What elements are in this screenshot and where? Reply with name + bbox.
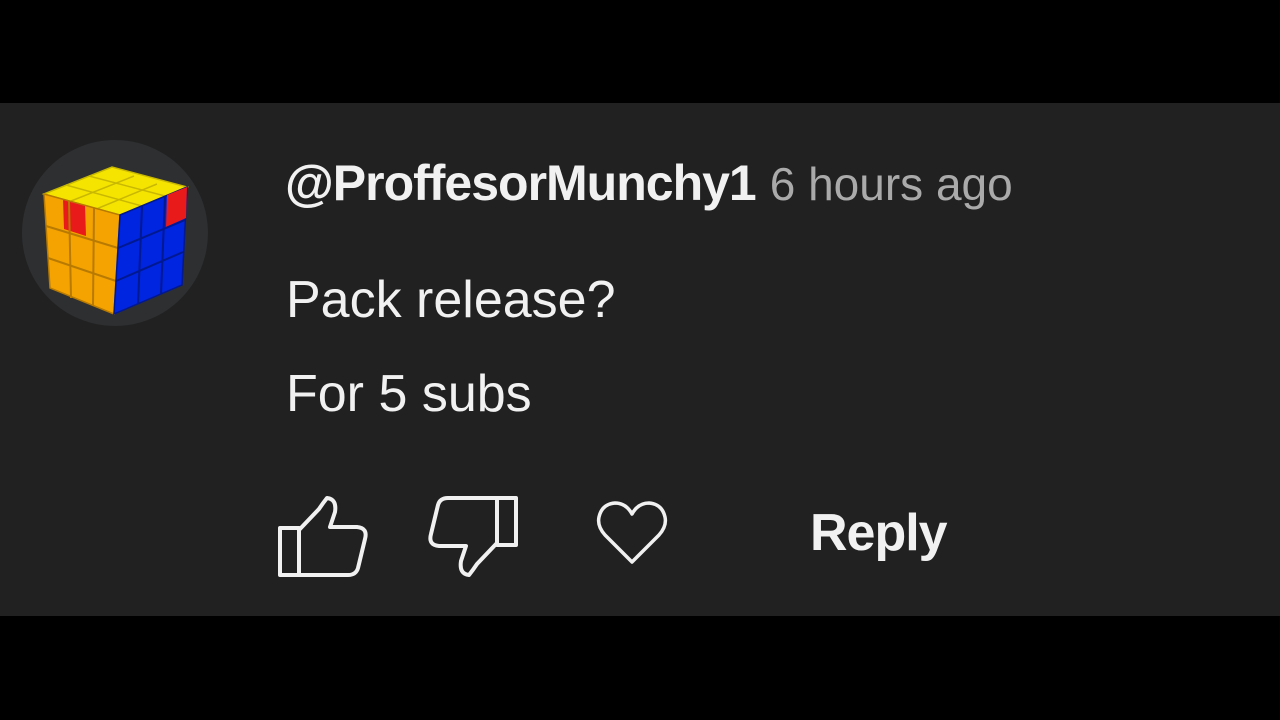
like-button[interactable] <box>277 495 369 579</box>
avatar[interactable] <box>22 140 208 326</box>
comment-body: Pack release? For 5 subs <box>286 253 616 441</box>
thumbs-up-icon <box>278 496 368 577</box>
heart-icon <box>596 501 668 564</box>
comment-line-1: Pack release? <box>286 271 616 329</box>
comment-card: @ProffesorMunchy1 6 hours ago Pack releas… <box>0 103 1280 616</box>
comment-timestamp[interactable]: 6 hours ago <box>770 158 1013 210</box>
comment-line-2: For 5 subs <box>286 365 532 423</box>
comment-header: @ProffesorMunchy1 6 hours ago <box>285 151 1013 228</box>
thumbs-down-icon <box>428 496 518 577</box>
heart-button[interactable] <box>596 498 668 568</box>
rubiks-cube-icon <box>41 166 190 316</box>
reply-button[interactable]: Reply <box>810 501 948 565</box>
author-name[interactable]: @ProffesorMunchy1 <box>285 155 757 211</box>
dislike-button[interactable] <box>428 495 520 579</box>
